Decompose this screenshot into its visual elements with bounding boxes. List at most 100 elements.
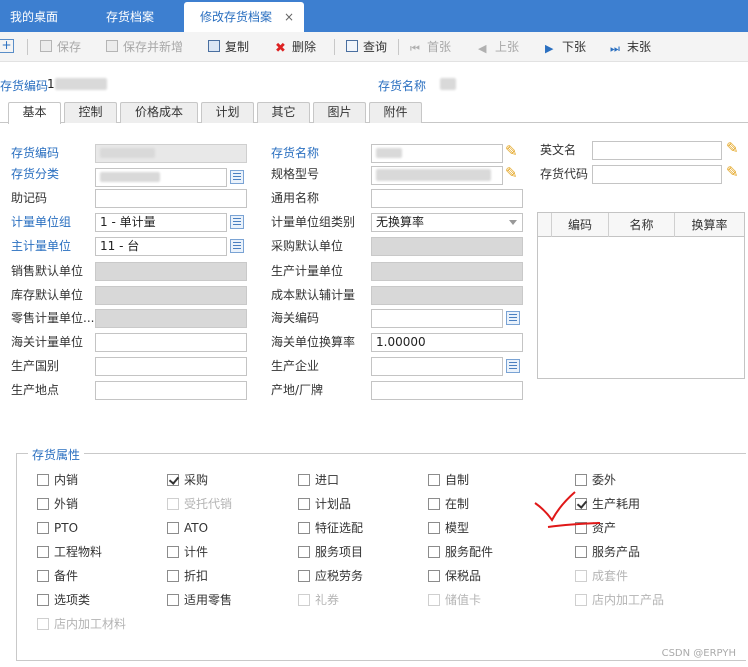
common-name-input[interactable]: [371, 189, 523, 208]
subtab-attachment[interactable]: 附件: [369, 102, 422, 123]
checkbox-icon[interactable]: [37, 474, 49, 486]
attribute-checkbox[interactable]: 服务配件: [428, 544, 493, 560]
tab-desktop[interactable]: 我的桌面: [0, 2, 90, 32]
attribute-checkbox[interactable]: 计划品: [298, 496, 351, 512]
checkbox-icon[interactable]: [298, 498, 310, 510]
attribute-checkbox[interactable]: 服务项目: [298, 544, 363, 560]
attribute-checkbox[interactable]: 特征选配: [298, 520, 363, 536]
attribute-checkbox[interactable]: 内销: [37, 472, 78, 488]
attribute-checkbox[interactable]: 服务产品: [575, 544, 640, 560]
checkbox-icon[interactable]: [298, 522, 310, 534]
checkbox-icon[interactable]: [428, 570, 440, 582]
pencil-icon[interactable]: ✎: [505, 142, 523, 160]
add-icon[interactable]: +: [0, 39, 14, 53]
checkbox-icon[interactable]: [37, 546, 49, 558]
pencil-icon[interactable]: ✎: [726, 163, 744, 181]
close-icon[interactable]: ×: [284, 2, 294, 32]
unit-group-type-select[interactable]: 无换算率: [371, 213, 523, 232]
checkbox-icon[interactable]: [575, 474, 587, 486]
attribute-checkbox[interactable]: PTO: [37, 520, 78, 536]
checkbox-icon[interactable]: [428, 498, 440, 510]
prev-button[interactable]: ◀ 上张: [478, 39, 519, 55]
save-and-new-button[interactable]: 保存并新增: [106, 39, 183, 55]
attribute-checkbox[interactable]: 保税品: [428, 568, 481, 584]
attribute-checkbox[interactable]: 适用零售: [167, 592, 232, 608]
attribute-checkbox[interactable]: 应税劳务: [298, 568, 363, 584]
origin-place-input[interactable]: [95, 381, 247, 400]
attribute-checkbox[interactable]: 折扣: [167, 568, 208, 584]
attribute-checkbox[interactable]: 进口: [298, 472, 339, 488]
manufacturer-lookup-icon[interactable]: [506, 359, 520, 373]
attribute-checkbox[interactable]: ATO: [167, 520, 208, 536]
spec-input[interactable]: [371, 166, 503, 185]
cost-unit-input[interactable]: [371, 286, 523, 305]
checkbox-icon[interactable]: [428, 474, 440, 486]
production-unit-input[interactable]: [371, 262, 523, 281]
last-button[interactable]: ⏭ 末张: [610, 39, 651, 55]
checkbox-icon[interactable]: [37, 522, 49, 534]
next-button[interactable]: ▶ 下张: [545, 39, 586, 55]
first-button[interactable]: ⏮ 首张: [410, 39, 451, 55]
subtab-price-cost[interactable]: 价格成本: [120, 102, 198, 123]
checkbox-icon[interactable]: [37, 594, 49, 606]
attribute-checkbox[interactable]: 计件: [167, 544, 208, 560]
checkbox-checked-icon[interactable]: [167, 474, 179, 486]
subtab-basic[interactable]: 基本: [8, 102, 61, 124]
subtab-control[interactable]: 控制: [64, 102, 117, 123]
checkbox-icon[interactable]: [575, 546, 587, 558]
tab-inventory-archive[interactable]: 存货档案: [96, 2, 180, 32]
mnemonic-input[interactable]: [95, 189, 247, 208]
customs-code-input[interactable]: [371, 309, 503, 328]
checkbox-icon[interactable]: [428, 522, 440, 534]
attribute-checkbox[interactable]: 生产耗用: [575, 496, 640, 512]
attribute-checkbox[interactable]: 资产: [575, 520, 616, 536]
sales-unit-input[interactable]: [95, 262, 247, 281]
subtab-image[interactable]: 图片: [313, 102, 366, 123]
attribute-checkbox[interactable]: 工程物料: [37, 544, 102, 560]
english-name-input[interactable]: [592, 141, 722, 160]
subtab-other[interactable]: 其它: [257, 102, 310, 123]
save-button[interactable]: 保存: [40, 39, 81, 55]
main-unit-input[interactable]: 11 - 台: [95, 237, 227, 256]
attribute-checkbox[interactable]: 外销: [37, 496, 78, 512]
brand-input[interactable]: [371, 381, 523, 400]
unit-group-lookup-icon[interactable]: [230, 215, 244, 229]
checkbox-icon[interactable]: [37, 570, 49, 582]
checkbox-icon[interactable]: [298, 570, 310, 582]
attribute-checkbox[interactable]: 选项类: [37, 592, 90, 608]
pencil-icon[interactable]: ✎: [726, 139, 744, 157]
checkbox-icon[interactable]: [298, 474, 310, 486]
inventory-code-alt-input[interactable]: [592, 165, 722, 184]
subtab-plan[interactable]: 计划: [201, 102, 254, 123]
checkbox-icon[interactable]: [298, 546, 310, 558]
inventory-code-input[interactable]: [95, 144, 247, 163]
customs-rate-input[interactable]: 1.00000: [371, 333, 523, 352]
purchase-unit-input[interactable]: [371, 237, 523, 256]
checkbox-icon[interactable]: [167, 570, 179, 582]
pencil-icon[interactable]: ✎: [505, 164, 523, 182]
delete-button[interactable]: ✖ 删除: [275, 39, 316, 55]
checkbox-icon[interactable]: [167, 522, 179, 534]
checkbox-icon[interactable]: [37, 498, 49, 510]
main-unit-lookup-icon[interactable]: [230, 239, 244, 253]
tab-edit-inventory-archive[interactable]: 修改存货档案 ×: [184, 2, 304, 32]
checkbox-icon[interactable]: [575, 522, 587, 534]
attribute-checkbox[interactable]: 采购: [167, 472, 208, 488]
category-lookup-icon[interactable]: [230, 170, 244, 184]
attribute-checkbox[interactable]: 自制: [428, 472, 469, 488]
unit-group-input[interactable]: 1 - 单计量: [95, 213, 227, 232]
attribute-checkbox[interactable]: 在制: [428, 496, 469, 512]
attribute-checkbox[interactable]: 备件: [37, 568, 78, 584]
checkbox-checked-icon[interactable]: [575, 498, 587, 510]
checkbox-icon[interactable]: [167, 594, 179, 606]
attribute-checkbox[interactable]: 模型: [428, 520, 469, 536]
checkbox-icon[interactable]: [167, 546, 179, 558]
inventory-category-input[interactable]: [95, 168, 227, 187]
attribute-checkbox[interactable]: 委外: [575, 472, 616, 488]
inventory-name-input[interactable]: [371, 144, 503, 163]
customs-code-lookup-icon[interactable]: [506, 311, 520, 325]
checkbox-icon[interactable]: [428, 546, 440, 558]
customs-unit-input[interactable]: [95, 333, 247, 352]
manufacturer-input[interactable]: [371, 357, 503, 376]
query-button[interactable]: 查询: [346, 39, 387, 55]
